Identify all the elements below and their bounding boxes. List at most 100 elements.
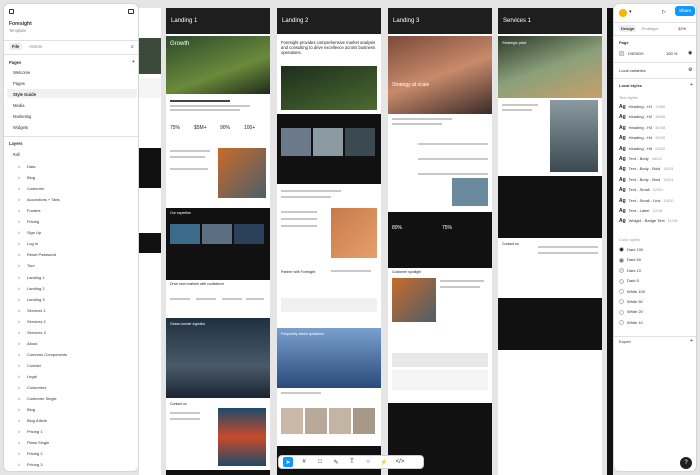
page-item[interactable]: Media	[13, 103, 138, 108]
layer-item[interactable]: # Landing 2	[18, 286, 45, 291]
eye-icon[interactable]: ◉	[688, 50, 692, 56]
board-landing-2[interactable]: Landing 2 Foresight provides comprehensi…	[277, 8, 381, 475]
add-page-icon[interactable]: +	[132, 59, 135, 65]
text-style-item[interactable]: Ag Text - Body 16/24	[619, 156, 662, 162]
add-export-icon[interactable]: +	[690, 338, 693, 344]
page-item[interactable]: Marketing	[13, 114, 138, 119]
text-style-item[interactable]: Ag Heading - H4 32/40	[619, 135, 665, 141]
export-heading[interactable]: Export	[619, 339, 631, 344]
frame-icon: #	[18, 208, 21, 214]
help-button[interactable]: ?	[680, 457, 692, 469]
board-landing-1[interactable]: Landing 1 Growth 75% $5M+ 90% 100+ Our e…	[166, 8, 270, 475]
layer-root[interactable]: all	[15, 152, 19, 157]
layer-item[interactable]: # Data	[18, 164, 35, 169]
text-style-item[interactable]: Ag Text - Body - Bold 16/24	[619, 166, 673, 172]
text-style-item[interactable]: Ag Heading - H3 40/48	[619, 125, 665, 131]
text-style-item[interactable]: Ag Text - Body - Bold 16/24	[619, 177, 673, 183]
layer-item[interactable]: # Common Components	[18, 352, 67, 357]
layer-item[interactable]: # Pricing 2	[18, 451, 43, 456]
layer-item[interactable]: # Blog Article	[18, 418, 47, 423]
page-color-swatch[interactable]	[619, 51, 624, 57]
right-panel: ▾ ▷ Design Prototype 32% Page D9D9D9 100…	[613, 3, 697, 472]
variables-icon[interactable]: ⚙	[688, 67, 692, 73]
page-item[interactable]: Pages	[13, 81, 138, 86]
layer-item[interactable]: # Blog	[18, 175, 35, 180]
layer-item[interactable]: # Services 2	[18, 319, 46, 324]
shape-icon[interactable]: □	[315, 457, 325, 467]
layer-item[interactable]: # Landing 3	[18, 297, 45, 302]
text-style-item[interactable]: Ag Text - Small - Link 14/20	[619, 198, 673, 204]
layer-item[interactable]: # Customer	[18, 186, 44, 191]
layer-item[interactable]: # Landing 1	[18, 275, 45, 280]
chevron-down-icon[interactable]: ▾	[629, 9, 632, 15]
comment-icon[interactable]: ○	[363, 457, 373, 467]
frame-icon: #	[18, 340, 21, 346]
text-style-item[interactable]: Ag Heading - H5 24/32	[619, 146, 665, 152]
main-menu-icon[interactable]	[9, 9, 14, 14]
layer-item[interactable]: # Reset Password	[18, 252, 56, 257]
color-style-item[interactable]: Dark 5	[619, 278, 639, 284]
text-icon[interactable]: T	[347, 457, 357, 467]
text-style-item[interactable]: Ag Heading - H2 48/56	[619, 114, 665, 120]
layer-item[interactable]: # About	[18, 341, 37, 346]
layer-item[interactable]: # Accordions + Tabs	[18, 197, 60, 202]
text-style-item[interactable]: Ag Text - Small 12/20	[619, 187, 663, 193]
layer-item[interactable]: # Log In	[18, 241, 38, 246]
add-style-icon[interactable]: +	[690, 82, 693, 88]
text-style-item[interactable]: Ag Heading - H1 72/80	[619, 104, 665, 110]
text-style-icon: Ag	[619, 135, 626, 142]
layer-item[interactable]: # Sign Up	[18, 230, 41, 235]
layer-item[interactable]: # Pricing	[18, 219, 39, 224]
search-icon[interactable]: ⌕	[131, 44, 134, 50]
page-opacity[interactable]: 100 %	[666, 51, 677, 56]
page-item[interactable]: Widgets	[13, 125, 138, 130]
layer-item[interactable]: # Tour	[18, 263, 35, 268]
layer-item[interactable]: # Contact	[18, 363, 41, 368]
toggle-sidebar-icon[interactable]	[128, 9, 134, 14]
layer-item[interactable]: # Footers	[18, 208, 41, 213]
play-icon[interactable]: ▷	[662, 9, 666, 15]
layer-item[interactable]: # Pricing 3	[18, 462, 43, 467]
page-item[interactable]: Welcome	[13, 70, 138, 75]
tab-file[interactable]: File	[9, 43, 23, 50]
tab-design[interactable]: Design	[619, 25, 637, 32]
tab-assets[interactable]: Assets	[29, 44, 42, 49]
layer-item[interactable]: # Plans Single	[18, 440, 49, 445]
layer-item[interactable]: # Legal	[18, 374, 37, 379]
color-style-item[interactable]: White 50	[619, 299, 643, 305]
board-partial-left[interactable]	[139, 8, 161, 475]
layer-item[interactable]: # Blog	[18, 407, 35, 412]
share-button[interactable]: Share	[675, 6, 695, 16]
layer-item[interactable]: # Customer Single	[18, 396, 57, 401]
color-swatch	[619, 289, 624, 295]
layer-item[interactable]: # Pricing 1	[18, 429, 43, 434]
file-name[interactable]: Foresight	[9, 21, 138, 27]
board-landing-3[interactable]: Landing 3 Strategy at scale 80% 75% Cust…	[388, 8, 492, 475]
board-services-1[interactable]: Services 1 Strategic pilot Contact us	[498, 8, 602, 475]
tab-prototype[interactable]: Prototype	[641, 26, 658, 31]
local-variables[interactable]: Local variables	[619, 68, 646, 73]
text-style-meta: 16/24	[651, 156, 662, 161]
page-item-active[interactable]: Style Guide	[13, 92, 138, 97]
frame-icon: #	[18, 164, 21, 169]
layer-item[interactable]: # Customers	[18, 385, 46, 390]
text-style-item[interactable]: Ag Widget - Badge Text 11/16	[619, 218, 677, 224]
color-style-item[interactable]: Dark 100	[619, 247, 643, 253]
page-color-value[interactable]: D9D9D9	[628, 51, 643, 56]
pen-icon[interactable]: ✎	[331, 457, 341, 467]
color-style-item[interactable]: White 100	[619, 289, 645, 295]
move-icon[interactable]: ➤	[283, 457, 293, 467]
frame-icon[interactable]: #	[299, 457, 309, 467]
layer-item[interactable]: # Services 3	[18, 330, 46, 335]
color-style-item[interactable]: White 20	[619, 309, 643, 315]
layer-item[interactable]: # Services 1	[18, 308, 46, 313]
color-style-item[interactable]: Dark 50	[619, 257, 641, 263]
color-style-item[interactable]: Dark 10	[619, 268, 641, 274]
actions-icon[interactable]: ⚡	[379, 457, 389, 467]
avatar[interactable]	[619, 9, 627, 17]
zoom-level[interactable]: 32%	[678, 26, 686, 31]
frame-icon: #	[18, 385, 21, 390]
dev-mode-icon[interactable]: </>	[395, 457, 405, 467]
color-style-item[interactable]: White 10	[619, 320, 643, 326]
text-style-item[interactable]: Ag Text - Label 12/16	[619, 208, 662, 214]
